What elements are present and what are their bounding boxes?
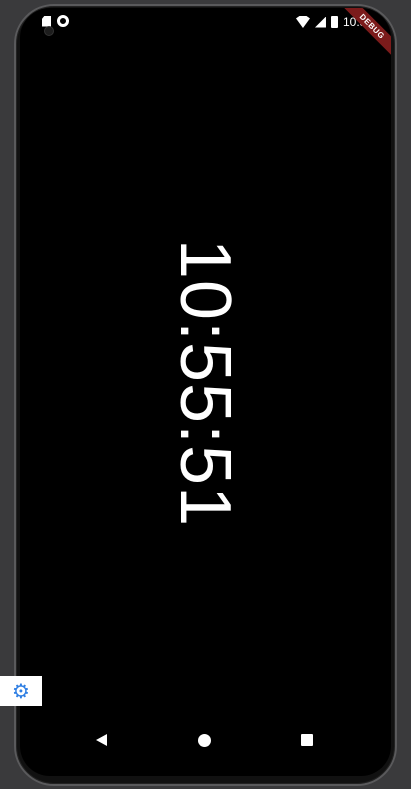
app-screen: 10:55 DEBUG 10:55:51 — [20, 8, 391, 776]
gear-icon: ⚙ — [12, 679, 30, 703]
signal-icon — [314, 16, 326, 28]
settings-button[interactable]: ⚙ — [0, 676, 42, 706]
status-bar: 10:55 DEBUG — [20, 8, 391, 63]
status-left-icons — [42, 15, 69, 27]
navigation-bar — [20, 724, 391, 756]
recents-icon[interactable] — [301, 734, 313, 746]
back-icon[interactable] — [96, 734, 107, 746]
clock-time: 10:55:51 — [165, 238, 245, 528]
sd-card-icon — [42, 15, 51, 27]
camera-cutout — [44, 26, 54, 36]
wifi-icon — [295, 16, 310, 28]
clock-display: 10:55:51 — [164, 239, 246, 527]
notification-dot-icon — [57, 15, 69, 27]
battery-icon — [330, 16, 338, 28]
home-icon[interactable] — [198, 734, 211, 747]
